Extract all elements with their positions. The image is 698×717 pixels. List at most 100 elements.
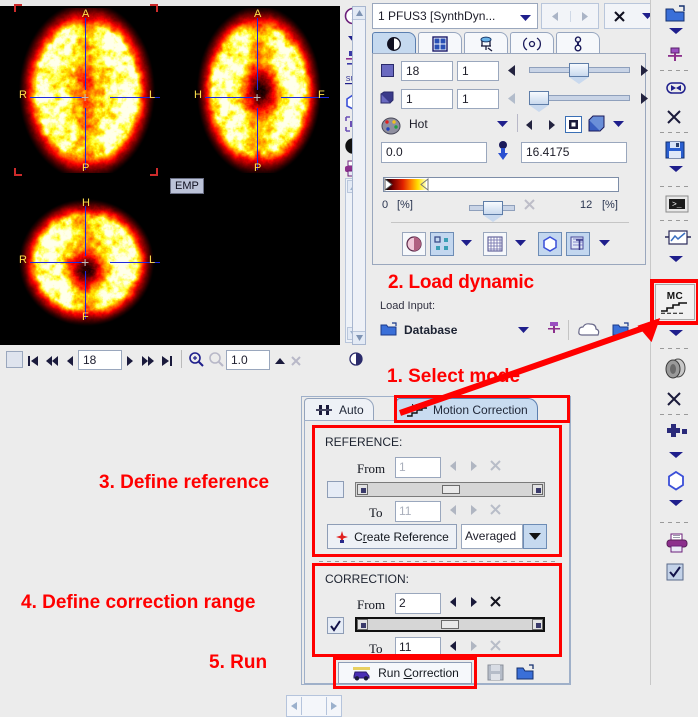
range-right-handle[interactable] (532, 484, 543, 495)
chevron-down-icon[interactable] (669, 500, 683, 506)
grid-button[interactable] (483, 232, 507, 256)
last-slice-button[interactable] (160, 352, 174, 370)
reference-range-slider[interactable] (355, 482, 545, 497)
colortable-prev-button[interactable] (525, 119, 534, 131)
grid-chevron-down-icon[interactable] (515, 240, 526, 247)
horizontal-scrollbar[interactable] (286, 695, 342, 717)
series-dropdown[interactable]: 1 PFUS3 [SynthDyn... (372, 3, 538, 29)
slice-next-arrow[interactable] (639, 64, 649, 77)
frame-slider-thumb[interactable] (529, 91, 549, 112)
close-icon[interactable] (665, 390, 685, 410)
slice-coronal[interactable]: + H R L F (18, 198, 160, 326)
close-icon[interactable] (290, 352, 302, 370)
reference-from-input[interactable]: 1 (395, 457, 441, 478)
reference-to-prev-button[interactable] (449, 504, 458, 516)
tab-auto[interactable]: Auto (304, 398, 374, 421)
range-right-handle[interactable] (532, 619, 543, 630)
printer-icon[interactable] (665, 532, 688, 553)
chevron-down-icon[interactable] (669, 256, 683, 262)
correction-range-checkbox[interactable] (327, 617, 344, 634)
zoom-factor-input[interactable]: 1.0 (226, 350, 270, 370)
next-fast-button[interactable] (140, 352, 156, 370)
correction-range-slider[interactable] (355, 617, 545, 632)
folder-open-icon[interactable] (380, 321, 398, 337)
series-next-button[interactable] (571, 11, 599, 22)
correction-from-clear-icon[interactable] (489, 595, 502, 608)
slice-transverse[interactable]: + A R L P (14, 4, 160, 176)
image-vertical-scrollbar[interactable] (352, 6, 366, 345)
invert-colortable-icon[interactable] (565, 116, 582, 133)
threshold-icon[interactable] (495, 140, 511, 162)
pin-icon[interactable] (546, 321, 562, 339)
colortable-max-input[interactable]: 16.4175 (521, 142, 627, 163)
correction-to-prev-button[interactable] (449, 640, 458, 652)
correction-to-input[interactable]: 11 (395, 637, 441, 658)
range-middle-handle[interactable] (441, 620, 459, 629)
zoom-in-icon[interactable] (188, 351, 204, 367)
window-reset-close-icon[interactable] (523, 198, 536, 211)
reference-to-clear-icon[interactable] (489, 503, 502, 516)
slice-number-input[interactable]: 18 (78, 350, 122, 370)
reference-mode-dropdown-button[interactable] (523, 524, 547, 549)
open-file-icon[interactable] (612, 321, 630, 337)
tab-layout[interactable] (418, 32, 462, 54)
add-icon[interactable] (665, 422, 687, 442)
correction-from-next-button[interactable] (469, 596, 478, 608)
mc-chevron-down-icon[interactable] (669, 330, 683, 336)
correction-from-prev-button[interactable] (449, 596, 458, 608)
window-slider-thumb[interactable] (483, 201, 503, 222)
zoom-out-icon[interactable] (208, 351, 224, 367)
chevron-down-icon[interactable] (669, 452, 683, 458)
range-middle-handle[interactable] (442, 485, 460, 494)
colortable-next-button[interactable] (547, 119, 556, 131)
tab-motion-correction[interactable]: MC Motion Correction (396, 398, 538, 421)
stack-icon[interactable] (665, 358, 686, 379)
hscroll-right-button[interactable] (326, 697, 340, 715)
colortable-min-input[interactable]: 0.0 (381, 142, 487, 163)
stop-button[interactable] (6, 351, 23, 368)
reference-from-clear-icon[interactable] (489, 459, 502, 472)
slice-sagittal[interactable]: + A H F P (193, 8, 329, 174)
run-correction-button[interactable]: Run Correction (338, 662, 472, 684)
reference-to-input[interactable]: 11 (395, 501, 441, 522)
frame-prev-arrow[interactable] (507, 92, 517, 105)
reference-range-checkbox[interactable] (327, 481, 344, 498)
tab-radial[interactable] (510, 32, 554, 54)
range-left-handle[interactable] (357, 619, 368, 630)
reference-mode-value[interactable]: Averaged (461, 524, 523, 549)
colortable-chevron-down-icon[interactable] (497, 121, 508, 128)
tab-contrast[interactable] (372, 32, 416, 54)
series-prev-button[interactable] (542, 10, 571, 22)
terminal-icon[interactable]: >_ (665, 194, 689, 214)
frame-step-input[interactable]: 1 (457, 89, 499, 109)
close-icon[interactable] (605, 10, 633, 23)
reference-from-prev-button[interactable] (449, 460, 458, 472)
contour-button[interactable] (538, 232, 562, 256)
colortable-name[interactable]: Hot (409, 117, 428, 131)
frame-value-input[interactable]: 1 (401, 89, 453, 109)
reference-to-next-button[interactable] (469, 504, 478, 516)
cloud-icon[interactable] (578, 322, 600, 338)
correction-to-next-button[interactable] (469, 640, 478, 652)
slice-prev-arrow[interactable] (507, 64, 517, 77)
image-viewport[interactable]: + A R L P + A H F P + H R L F EMP (0, 0, 340, 345)
prev-fast-button[interactable] (44, 352, 60, 370)
colortable-options-chevron-icon[interactable] (613, 121, 624, 128)
markers-button[interactable] (430, 232, 454, 256)
tab-fusion[interactable] (464, 32, 508, 54)
first-slice-button[interactable] (26, 352, 40, 370)
colortable-3d-icon[interactable] (588, 115, 606, 132)
slice-step-input[interactable]: 1 (457, 61, 499, 81)
hscroll-left-button[interactable] (288, 697, 302, 715)
prev-slice-button[interactable] (64, 352, 76, 370)
tab-probe[interactable] (556, 32, 600, 54)
open-folder-icon[interactable] (665, 4, 685, 24)
smoothing-button[interactable] (402, 232, 426, 256)
next-slice-button[interactable] (124, 352, 136, 370)
image-scroll-up[interactable] (353, 7, 365, 20)
color-scale-bar[interactable] (383, 177, 619, 192)
chevron-down-icon[interactable] (669, 28, 683, 34)
checkbox-icon[interactable] (665, 562, 685, 582)
pin-icon[interactable] (665, 46, 685, 66)
annotation-chevron-down-icon[interactable] (599, 240, 610, 247)
